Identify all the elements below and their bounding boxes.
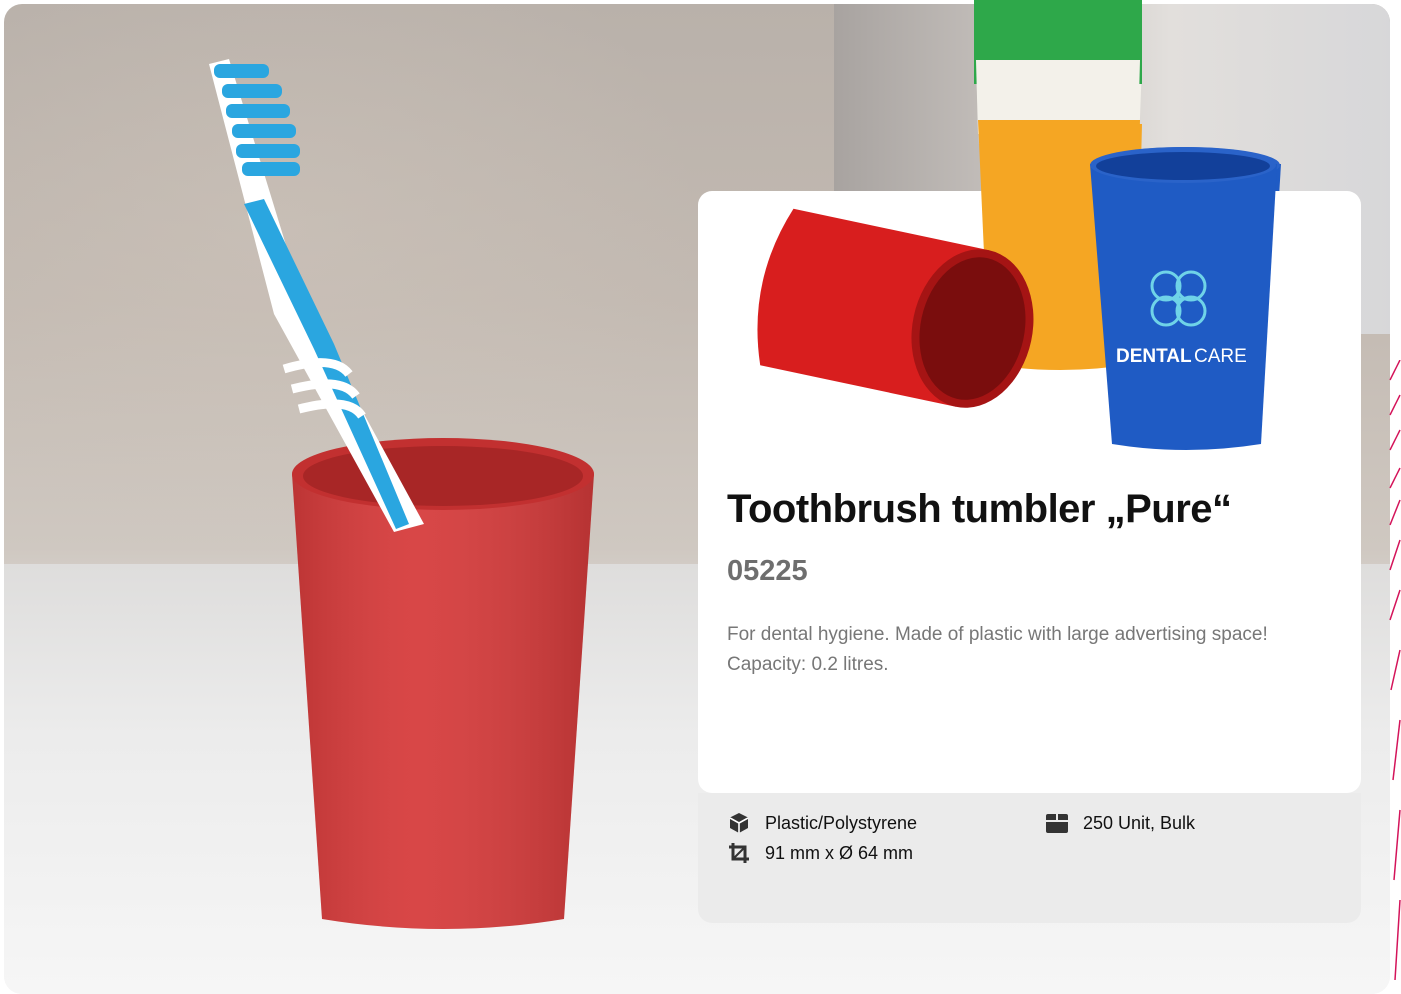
box-icon bbox=[1046, 814, 1068, 833]
spec-material-text: Plastic/Polystyrene bbox=[765, 812, 918, 833]
spec-dimensions-text: 91 mm x Ø 64 mm bbox=[765, 842, 914, 863]
product-image: DENTAL CARE bbox=[757, 0, 1277, 450]
product-title: Toothbrush tumbler „Pure“ bbox=[727, 487, 1232, 531]
spec-packaging-text: 250 Unit, Bulk bbox=[1083, 812, 1196, 833]
product-description: For dental hygiene. Made of plastic with… bbox=[727, 624, 1268, 675]
spec-packaging: 250 Unit, Bulk bbox=[1045, 811, 1195, 835]
logo-brand-text: DENTAL bbox=[1116, 346, 1192, 367]
tumbler-with-toothbrush-illustration bbox=[209, 59, 594, 929]
logo-brand-text-light: CARE bbox=[1194, 346, 1247, 367]
crop-icon bbox=[729, 843, 749, 863]
product-sku: 05225 bbox=[727, 555, 808, 587]
cube-icon bbox=[729, 813, 749, 833]
decorative-stripe-pattern bbox=[1389, 360, 1401, 980]
spec-material: Plastic/Polystyrene bbox=[727, 811, 917, 835]
spec-dimensions: 91 mm x Ø 64 mm bbox=[727, 841, 913, 865]
